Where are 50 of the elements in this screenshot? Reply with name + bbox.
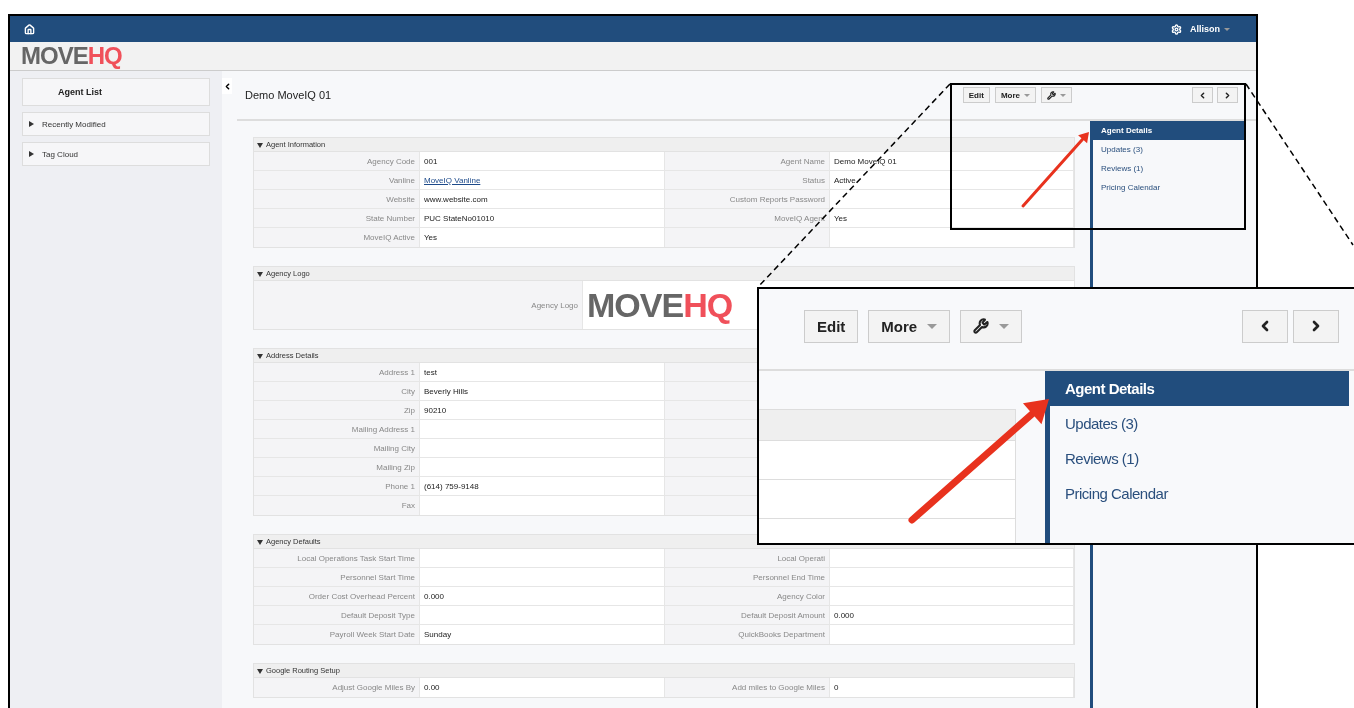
field-label: Personnel Start Time bbox=[254, 568, 420, 586]
more-dropdown-button[interactable]: More bbox=[868, 309, 951, 343]
field-label: Status bbox=[665, 171, 830, 189]
field-label: Default Deposit Amount bbox=[665, 606, 830, 624]
field-label: City bbox=[254, 382, 420, 400]
field-label: Agency Logo bbox=[254, 281, 583, 329]
field-label: Order Cost Overhead Percent bbox=[254, 587, 420, 605]
field-label: Adjust Google Miles By bbox=[254, 678, 420, 697]
nav-item[interactable]: Updates (3) bbox=[1093, 140, 1244, 159]
field-label: Agency Code bbox=[254, 152, 420, 170]
field-label: Vanline bbox=[254, 171, 420, 189]
logo: MOVEHQ bbox=[21, 44, 122, 68]
nav-item[interactable]: Reviews (1) bbox=[1093, 159, 1244, 178]
nav-item[interactable]: Agent Details bbox=[1050, 371, 1349, 406]
field-label: Mailing City bbox=[254, 439, 420, 457]
field-label: Mailing Address 1 bbox=[254, 420, 420, 438]
field-label: Add miles to Google Miles bbox=[665, 678, 830, 697]
field-label: Website bbox=[254, 190, 420, 208]
logo: MOVEHQ bbox=[587, 288, 733, 322]
field-label: Zip bbox=[254, 401, 420, 419]
field-label: State Number bbox=[254, 209, 420, 227]
user-menu[interactable]: Allison bbox=[1190, 24, 1230, 34]
nav-item[interactable]: Reviews (1) bbox=[1050, 441, 1349, 476]
nav-item[interactable]: Pricing Calendar bbox=[1050, 476, 1349, 511]
field-label: Local Operati bbox=[665, 549, 830, 567]
field-label: Payroll Week Start Date bbox=[254, 625, 420, 644]
field-label: QuickBooks Department bbox=[665, 625, 830, 644]
field-label: Address 1 bbox=[254, 363, 420, 381]
field-label: Agency Color bbox=[665, 587, 830, 605]
field-label: Local Operations Task Start Time bbox=[254, 549, 420, 567]
edit-button[interactable]: Edit bbox=[962, 87, 990, 103]
sidebar-item[interactable]: Tag Cloud bbox=[22, 142, 210, 166]
field-label: Mailing Zip bbox=[254, 458, 420, 476]
field-label: Phone 1 bbox=[254, 477, 420, 495]
field-label: MoveIQ Agent bbox=[665, 209, 830, 227]
sidebar-item[interactable]: Recently Modified bbox=[22, 112, 210, 136]
vanline-link[interactable]: MoveIQ Vanline bbox=[424, 175, 481, 185]
field-label: Agent Name bbox=[665, 152, 830, 170]
field-label: Fax bbox=[254, 496, 420, 515]
more-dropdown-button[interactable]: More bbox=[994, 87, 1036, 103]
nav-item[interactable]: Updates (3) bbox=[1050, 406, 1349, 441]
field-label: MoveIQ Active bbox=[254, 228, 420, 247]
nav-item[interactable]: Pricing Calendar bbox=[1093, 178, 1244, 197]
field-label: Default Deposit Type bbox=[254, 606, 420, 624]
field-label: Custom Reports Password bbox=[665, 190, 830, 208]
record-title: Demo MoveIQ 01 bbox=[245, 89, 332, 101]
nav-item[interactable]: Agent Details bbox=[1093, 121, 1244, 140]
edit-button[interactable]: Edit bbox=[804, 309, 859, 343]
field-label: Personnel End Time bbox=[665, 568, 830, 586]
sidebar-title[interactable]: Agent List bbox=[22, 78, 210, 106]
